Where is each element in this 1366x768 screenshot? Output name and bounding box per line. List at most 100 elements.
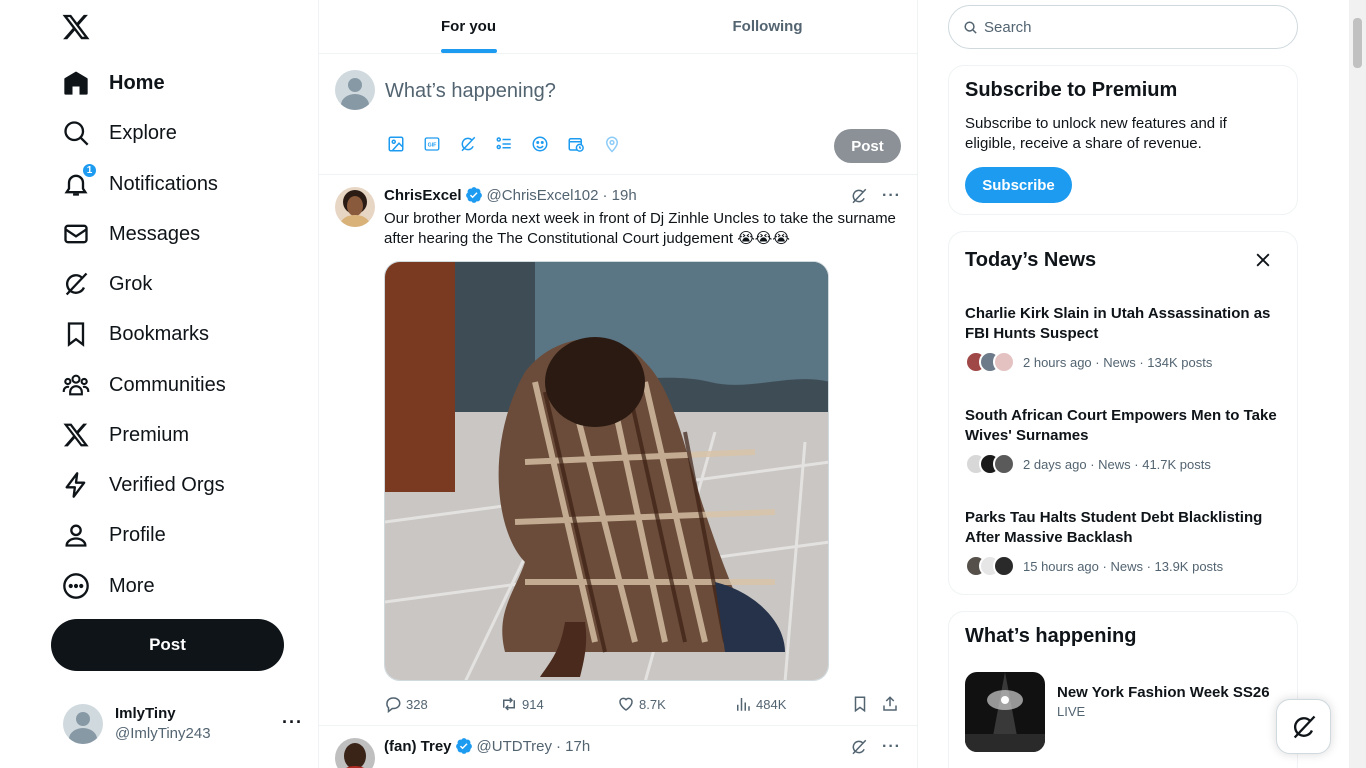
tweet[interactable]: (fan) Trey @UTDTrey · 17h ··· <box>319 726 917 768</box>
tweet-header: (fan) Trey @UTDTrey · 17h <box>384 737 590 755</box>
grok-icon[interactable] <box>850 187 868 205</box>
tweet-handle[interactable]: @UTDTrey <box>477 738 553 755</box>
news-card: Today’s News Charlie Kirk Slain in Utah … <box>948 231 1298 595</box>
envelope-icon <box>61 219 91 249</box>
bookmark-button[interactable] <box>851 695 873 713</box>
tab-for-you[interactable]: For you <box>319 0 618 53</box>
tweet-image[interactable] <box>384 261 829 681</box>
avatar-group <box>965 453 1015 475</box>
share-button[interactable] <box>881 695 903 713</box>
news-item[interactable]: Charlie Kirk Slain in Utah Assassination… <box>965 304 1285 373</box>
nav-grok[interactable]: Grok <box>61 262 152 306</box>
close-icon[interactable] <box>1253 250 1273 270</box>
repost-count: 914 <box>522 696 544 712</box>
nav-label-communities: Communities <box>109 373 226 396</box>
news-headline: South African Court Empowers Men to Take… <box>965 407 1277 444</box>
like-count: 8.7K <box>639 696 666 712</box>
views-button[interactable]: 484K <box>734 695 786 713</box>
news-meta: 15 hours ago · News · 13.9K posts <box>1023 558 1224 574</box>
grok-icon <box>61 269 91 299</box>
search-input[interactable]: Search <box>948 5 1298 49</box>
nav-notifications[interactable]: 1 Notifications <box>61 162 218 206</box>
repost-icon <box>503 697 515 711</box>
bookmark-icon <box>61 319 91 349</box>
image-icon[interactable] <box>386 134 406 154</box>
bell-icon: 1 <box>61 163 97 199</box>
premium-title: Subscribe to Premium <box>965 79 1178 101</box>
repost-button[interactable]: 914 <box>500 695 544 713</box>
grok-icon[interactable] <box>850 738 868 756</box>
premium-description: Subscribe to unlock new features and if … <box>965 115 1227 152</box>
nav-label-more: More <box>109 574 155 597</box>
share-icon <box>883 696 897 711</box>
nav-label-grok: Grok <box>109 272 153 295</box>
lightning-icon <box>61 470 91 500</box>
tweet-author-name[interactable]: (fan) Trey <box>384 738 452 755</box>
news-item[interactable]: Parks Tau Halts Student Debt Blacklistin… <box>965 508 1285 577</box>
gif-icon[interactable]: GIF <box>422 134 442 154</box>
subscribe-button[interactable]: Subscribe <box>965 167 1072 203</box>
avatar[interactable] <box>335 187 375 227</box>
news-title: Today’s News <box>965 249 1097 271</box>
nav-verified-orgs[interactable]: Verified Orgs <box>61 463 225 507</box>
avatar-group <box>965 555 1015 577</box>
nav-label-explore: Explore <box>109 121 177 144</box>
more-circle-icon <box>61 571 91 601</box>
tab-following[interactable]: Following <box>618 0 917 53</box>
scrollbar-thumb[interactable] <box>1353 18 1362 68</box>
nav-explore[interactable]: Explore <box>61 111 177 155</box>
more-dots-icon[interactable]: ··· <box>882 187 901 205</box>
happening-thumbnail <box>965 672 1045 752</box>
nav-label-verified-orgs: Verified Orgs <box>109 473 225 496</box>
views-count: 484K <box>756 696 787 712</box>
tweet-time[interactable]: · 17h <box>556 738 590 755</box>
x-logo-icon[interactable] <box>61 12 93 44</box>
nav-premium[interactable]: Premium <box>61 413 189 457</box>
nav-home[interactable]: Home <box>61 61 165 105</box>
happening-title: What’s happening <box>965 625 1137 647</box>
timeline: For you Following What’s happening? GIF … <box>318 0 918 768</box>
account-switcher[interactable]: ImlyTiny @ImlyTiny243 ··· <box>63 702 303 746</box>
notification-badge: 1 <box>82 163 97 178</box>
grok-icon <box>1293 715 1315 738</box>
composer-post-button[interactable]: Post <box>834 129 901 163</box>
nav-profile[interactable]: Profile <box>61 513 166 557</box>
nav-messages[interactable]: Messages <box>61 212 200 256</box>
more-dots-icon[interactable]: ··· <box>882 738 901 756</box>
post-button[interactable]: Post <box>51 619 284 671</box>
news-headline: Parks Tau Halts Student Debt Blacklistin… <box>965 509 1263 546</box>
scrollbar[interactable] <box>1349 0 1366 768</box>
home-icon <box>61 68 91 98</box>
emoji-icon[interactable] <box>530 134 550 154</box>
nav-label-notifications: Notifications <box>109 172 218 195</box>
more-dots-icon[interactable]: ··· <box>282 712 303 733</box>
timeline-tabs: For you Following <box>319 0 917 54</box>
composer-input[interactable]: What’s happening? <box>385 80 556 103</box>
svg-text:GIF: GIF <box>428 143 438 149</box>
nav-label-home: Home <box>109 71 165 94</box>
like-button[interactable]: 8.7K <box>617 695 666 713</box>
account-handle: @ImlyTiny243 <box>115 725 211 742</box>
nav-communities[interactable]: Communities <box>61 363 226 407</box>
news-headline: Charlie Kirk Slain in Utah Assassination… <box>965 305 1271 342</box>
avatar[interactable] <box>335 738 375 768</box>
grok-icon[interactable] <box>458 134 478 154</box>
schedule-icon[interactable] <box>566 134 586 154</box>
composer: What’s happening? <box>319 54 917 175</box>
nav-more[interactable]: More <box>61 564 155 608</box>
views-icon <box>737 698 750 711</box>
tweet[interactable]: ChrisExcel @ChrisExcel102 · 19h ··· Our … <box>319 175 917 726</box>
live-label: LIVE <box>1057 704 1086 719</box>
news-item[interactable]: South African Court Empowers Men to Take… <box>965 406 1285 475</box>
reply-button[interactable]: 328 <box>384 695 428 713</box>
search-icon <box>964 20 977 34</box>
tweet-author-name[interactable]: ChrisExcel <box>384 187 462 204</box>
happening-item[interactable]: New York Fashion Week SS26 LIVE <box>965 672 1270 752</box>
tweet-handle[interactable]: @ChrisExcel102 <box>487 187 599 204</box>
nav-bookmarks[interactable]: Bookmarks <box>61 312 209 356</box>
grok-floating-button[interactable] <box>1276 699 1331 754</box>
location-icon[interactable] <box>602 134 622 154</box>
poll-icon[interactable] <box>494 134 514 154</box>
tweet-time[interactable]: · 19h <box>602 187 636 204</box>
avatar <box>63 704 103 744</box>
